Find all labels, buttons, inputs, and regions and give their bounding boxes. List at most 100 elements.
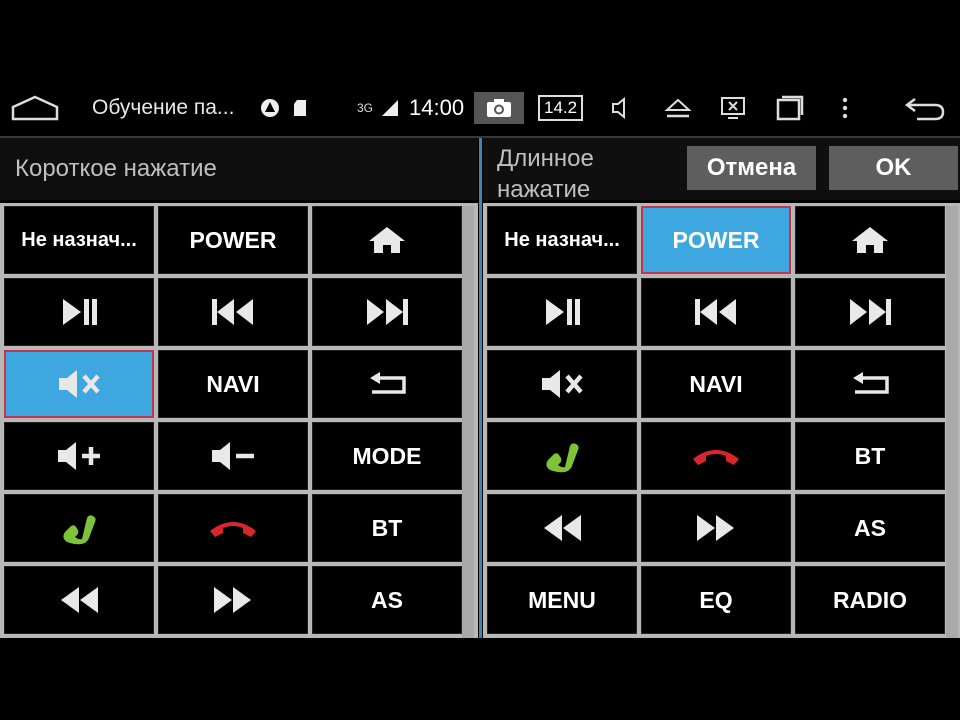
volume-down-icon	[209, 439, 257, 473]
mute-icon	[56, 367, 102, 401]
key-button[interactable]: BT	[312, 494, 462, 562]
key-label: AS	[854, 514, 886, 541]
ok-button[interactable]: OK	[829, 146, 958, 190]
key-label: AS	[371, 586, 403, 613]
mute-button[interactable]	[4, 350, 154, 418]
next-track-button[interactable]	[312, 278, 462, 346]
recent-apps-icon[interactable]	[776, 80, 804, 136]
mute-button[interactable]	[487, 350, 637, 418]
short-press-title: Короткое нажатие	[15, 155, 217, 182]
play-pause-button[interactable]	[4, 278, 154, 346]
volume-down-button[interactable]	[158, 422, 308, 490]
volume-value: 14.2	[538, 95, 584, 121]
key-label: POWER	[672, 226, 760, 253]
volume-up-button[interactable]	[4, 422, 154, 490]
key-button[interactable]: AS	[312, 566, 462, 634]
back-button[interactable]	[312, 350, 462, 418]
home-icon	[850, 224, 890, 256]
key-label: Не назнач...	[21, 228, 137, 251]
key-button[interactable]: RADIO	[795, 566, 945, 634]
key-label: NAVI	[689, 370, 743, 397]
sd-card-icon	[293, 80, 307, 136]
bottom-area	[0, 638, 960, 720]
next-track-icon	[847, 297, 893, 327]
key-button[interactable]: POWER	[158, 206, 308, 274]
key-label: EQ	[699, 586, 733, 613]
key-button[interactable]: Не назнач...	[4, 206, 154, 274]
fast-forward-button[interactable]	[641, 494, 791, 562]
long-press-scrollbar[interactable]	[946, 206, 958, 638]
prev-track-button[interactable]	[641, 278, 791, 346]
long-press-title: Длинное нажатие	[497, 145, 594, 203]
fast-forward-button[interactable]	[158, 566, 308, 634]
key-button[interactable]: POWER	[641, 206, 791, 274]
key-label: POWER	[189, 226, 277, 253]
volume-up-icon	[55, 439, 103, 473]
camera-icon	[487, 99, 511, 117]
key-button[interactable]: MENU	[487, 566, 637, 634]
app-title: Обучение па...	[92, 96, 235, 119]
next-track-button[interactable]	[795, 278, 945, 346]
more-menu-icon[interactable]	[840, 80, 850, 136]
key-label: BT	[854, 442, 886, 469]
call-answer-button[interactable]	[4, 494, 154, 562]
prev-track-icon	[210, 297, 256, 327]
call-answer-icon	[542, 436, 582, 476]
long-press-grid: Не назнач... POWER NAVI BT AS MENU EQ RADIO	[487, 206, 945, 634]
screen-off-icon[interactable]	[720, 80, 746, 136]
back-button[interactable]	[795, 350, 945, 418]
key-label: RADIO	[832, 586, 908, 613]
rewind-icon	[57, 585, 101, 615]
short-press-scrollbar[interactable]	[462, 206, 474, 638]
key-label: Не назнач...	[504, 228, 620, 251]
call-answer-button[interactable]	[487, 422, 637, 490]
rewind-button[interactable]	[487, 494, 637, 562]
eject-icon[interactable]	[664, 80, 692, 136]
short-press-grid: Не назнач... POWER NAVI MODE BT AS	[4, 206, 462, 634]
cancel-button[interactable]: Отмена	[687, 146, 816, 190]
status-bar: Обучение па... 3G 14:00 14.2	[0, 80, 960, 136]
fast-forward-icon	[694, 513, 738, 543]
key-label: MENU	[528, 586, 596, 613]
home-outline-icon[interactable]	[10, 80, 60, 136]
rewind-icon	[540, 513, 584, 543]
call-end-button[interactable]	[641, 422, 791, 490]
short-press-header: Короткое нажатие	[0, 138, 478, 200]
key-label: BT	[371, 514, 403, 541]
key-button[interactable]: NAVI	[641, 350, 791, 418]
prev-track-icon	[693, 297, 739, 327]
key-label: NAVI	[206, 370, 260, 397]
warning-icon	[260, 80, 280, 136]
key-button[interactable]: Не назнач...	[487, 206, 637, 274]
key-button[interactable]: AS	[795, 494, 945, 562]
prev-track-button[interactable]	[158, 278, 308, 346]
screenshot-button[interactable]	[474, 92, 524, 124]
key-button[interactable]: NAVI	[158, 350, 308, 418]
call-end-icon	[690, 445, 742, 467]
volume-level: 14.2	[538, 80, 584, 136]
home-button[interactable]	[795, 206, 945, 274]
key-button[interactable]: MODE	[312, 422, 462, 490]
mute-icon	[539, 367, 585, 401]
call-end-icon	[207, 517, 259, 539]
back-icon	[849, 370, 891, 398]
home-button[interactable]	[312, 206, 462, 274]
key-label: MODE	[352, 442, 422, 469]
next-track-icon	[364, 297, 410, 327]
signal-icon	[381, 80, 399, 136]
play-pause-button[interactable]	[487, 278, 637, 346]
play-pause-icon	[59, 297, 99, 327]
call-answer-icon	[59, 508, 99, 548]
play-pause-icon	[542, 297, 582, 327]
network-type: 3G	[357, 101, 374, 115]
key-button[interactable]: EQ	[641, 566, 791, 634]
back-icon	[366, 370, 408, 398]
fast-forward-icon	[211, 585, 255, 615]
key-button[interactable]: BT	[795, 422, 945, 490]
rewind-button[interactable]	[4, 566, 154, 634]
home-icon	[367, 224, 407, 256]
back-nav-icon[interactable]	[903, 80, 947, 136]
speaker-icon[interactable]	[608, 80, 634, 136]
clock: 14:00	[409, 95, 465, 120]
call-end-button[interactable]	[158, 494, 308, 562]
